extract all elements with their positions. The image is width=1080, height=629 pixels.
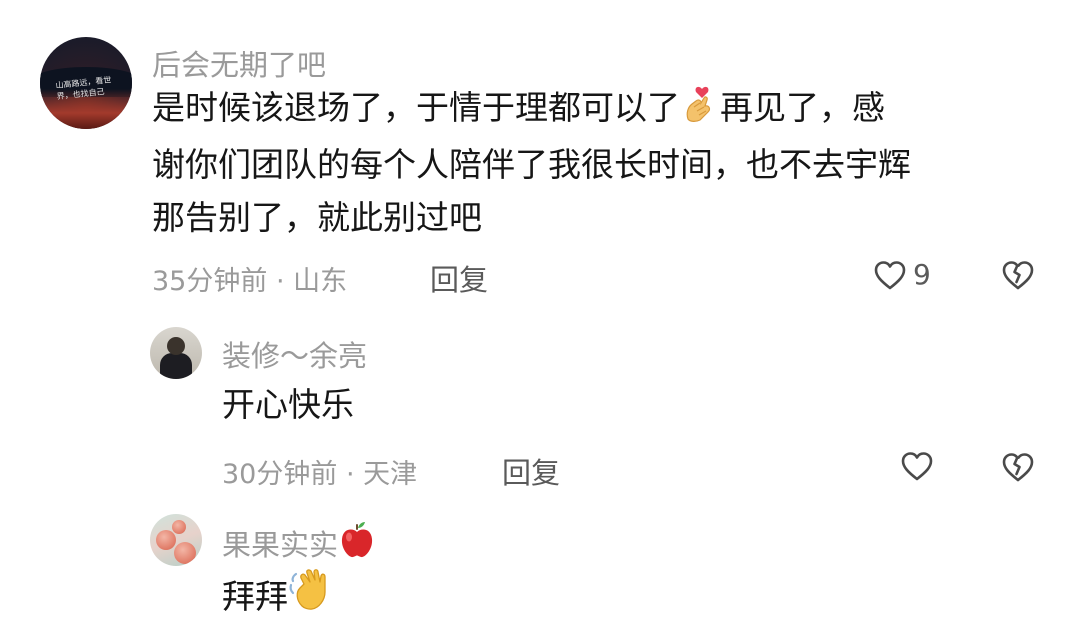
- reply-button[interactable]: 回复: [502, 450, 560, 492]
- finger-heart-emoji: [680, 83, 720, 138]
- comment-text: 拜拜: [222, 566, 334, 627]
- comment-text-line: 拜拜: [222, 577, 288, 616]
- comment-text-line: 谢你们团队的每个人陪伴了我很长时间，也不去宇辉: [152, 145, 911, 184]
- comment-meta: 35分钟前 · 山东: [152, 266, 348, 297]
- username[interactable]: 装修～余亮: [222, 333, 367, 375]
- apple-emoji: [338, 519, 376, 566]
- waving-hand-emoji: [288, 566, 334, 627]
- reply-button[interactable]: 回复: [430, 257, 488, 299]
- like-button[interactable]: [900, 450, 934, 482]
- like-button[interactable]: 9: [873, 258, 931, 291]
- username-text: 果果实实: [222, 528, 339, 562]
- comment-text-line: 那告别了，就此别过吧: [152, 198, 482, 237]
- username[interactable]: 后会无期了吧: [152, 42, 326, 84]
- avatar-figure: [174, 542, 196, 564]
- comment-text: 开心快乐: [222, 385, 354, 424]
- avatar[interactable]: [150, 514, 202, 566]
- username[interactable]: 果果实实: [222, 519, 376, 566]
- comment-text: 是时候该退场了，于情于理都可以了 再见了，感 谢你们团队的每个人陪伴了我很长时间…: [152, 81, 1052, 244]
- heart-icon: [900, 450, 934, 482]
- comment-meta: 30分钟前 · 天津: [222, 459, 418, 490]
- like-count: 9: [913, 258, 931, 291]
- avatar-figure: [160, 353, 192, 379]
- avatar[interactable]: [150, 327, 202, 379]
- avatar-figure: [156, 530, 176, 550]
- comment-text-line: 再见了，感: [720, 88, 885, 127]
- heart-icon: [873, 259, 907, 291]
- dislike-button[interactable]: [1000, 450, 1036, 484]
- comment-text-line: 是时候该退场了，于情于理都可以了: [152, 88, 680, 127]
- dislike-button[interactable]: [1000, 258, 1036, 292]
- broken-heart-icon: [1000, 450, 1036, 484]
- avatar-figure: [167, 337, 185, 355]
- broken-heart-icon: [1000, 258, 1036, 292]
- avatar[interactable]: 山高路远，看世界，也找自己: [40, 37, 132, 129]
- avatar-figure: [172, 520, 186, 534]
